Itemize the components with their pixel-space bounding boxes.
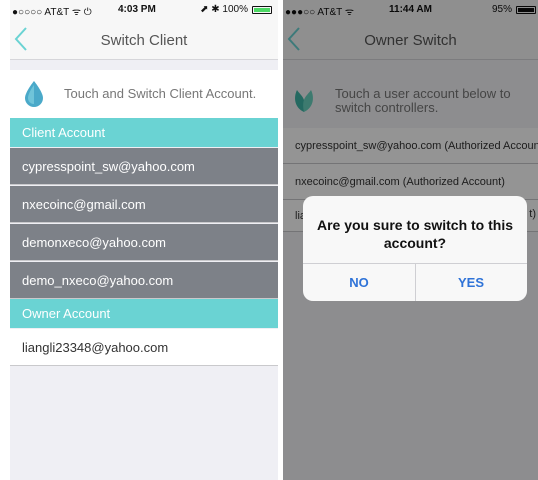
- dialog-message-line2: account?: [383, 235, 447, 251]
- list-item[interactable]: demo_nxeco@yahoo.com: [10, 262, 278, 299]
- instruction-header: Touch and Switch Client Account.: [10, 70, 278, 118]
- owner-switch-screen: ●●●○○ AT&T ᯤ 11:44 AM 95% Owner Switch T…: [283, 0, 538, 480]
- list-item[interactable]: nxecoinc@gmail.com: [10, 186, 278, 223]
- dialog-message: Are you sure to switch to this account?: [311, 216, 519, 252]
- dialog-button-bar: NO YES: [303, 263, 527, 301]
- list-item[interactable]: demonxeco@yahoo.com: [10, 224, 278, 261]
- yes-button[interactable]: YES: [415, 264, 527, 301]
- confirm-dialog: Are you sure to switch to this account? …: [303, 196, 527, 301]
- status-bar: ●○○○○ AT&T ᯤ ⏻ 4:03 PM ⬈ ✱ 100%: [10, 0, 278, 20]
- carrier-label: ●○○○○ AT&T ᯤ ⏻: [12, 7, 92, 18]
- section-header-client: Client Account: [10, 118, 278, 147]
- water-drop-icon: [24, 80, 44, 113]
- switch-client-screen: ●○○○○ AT&T ᯤ ⏻ 4:03 PM ⬈ ✱ 100% Switch C…: [10, 0, 278, 480]
- dialog-message-line1: Are you sure to switch to this: [316, 217, 514, 233]
- battery-label: ⬈ ✱ 100%: [200, 4, 248, 15]
- no-button[interactable]: NO: [303, 264, 415, 301]
- battery-icon: [252, 6, 272, 14]
- page-title: Switch Client: [100, 32, 188, 49]
- section-header-owner: Owner Account: [10, 299, 278, 328]
- list-item[interactable]: liangli23348@yahoo.com: [10, 329, 278, 366]
- instruction-text: Touch and Switch Client Account.: [64, 86, 257, 101]
- nav-bar: Switch Client: [10, 20, 278, 60]
- list-item[interactable]: cypresspoint_sw@yahoo.com: [10, 148, 278, 185]
- time-label: 4:03 PM: [118, 4, 156, 15]
